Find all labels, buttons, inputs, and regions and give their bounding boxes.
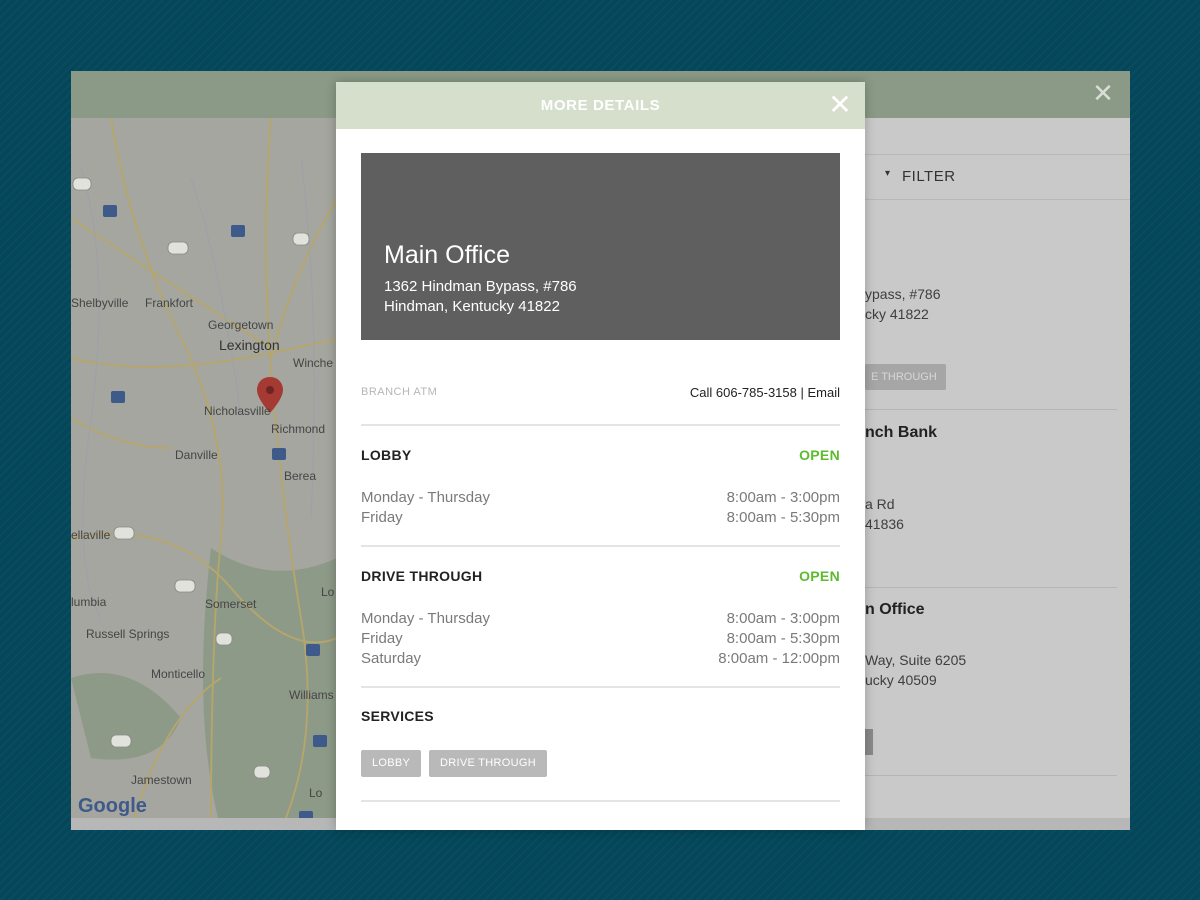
hours-day: Monday - Thursday bbox=[361, 489, 490, 506]
list-item-address: Way, Suite 6205 bbox=[865, 652, 967, 668]
location-tags: BRANCH ATM bbox=[361, 386, 438, 398]
map-label-lexington: Lexington bbox=[219, 337, 280, 353]
contact-separator: | bbox=[796, 385, 808, 400]
location-name: Main Office bbox=[384, 241, 510, 269]
section-divider bbox=[361, 424, 840, 426]
list-divider bbox=[865, 587, 1117, 588]
section-divider bbox=[361, 686, 840, 688]
service-chip-lobby: LOBBY bbox=[361, 750, 422, 777]
more-details-modal: MORE DETAILS ✕ Main Office 1362 Hindman … bbox=[336, 82, 865, 830]
close-icon[interactable]: ✕ bbox=[1090, 81, 1116, 107]
map-label-nicholasville: Nicholasville bbox=[204, 404, 271, 418]
map-label-columbia: lumbia bbox=[71, 595, 107, 609]
contact-info: Call 606-785-3158 | Email bbox=[690, 385, 840, 400]
modal-header: MORE DETAILS ✕ bbox=[336, 82, 865, 129]
location-list: ▾ FILTER ypass, #786 cky 41822 E THROUGH… bbox=[865, 118, 1130, 830]
filter-label: FILTER bbox=[902, 168, 956, 185]
map-label-lo-1: Lo bbox=[321, 585, 335, 599]
hours-row: Monday - Thursday 8:00am - 3:00pm bbox=[361, 489, 840, 509]
close-icon[interactable]: ✕ bbox=[827, 91, 853, 119]
list-item-service-chip: E THROUGH bbox=[865, 364, 946, 390]
map-label-georgetown: Georgetown bbox=[208, 318, 274, 332]
list-item-address: ypass, #786 bbox=[865, 286, 941, 302]
map[interactable]: Frankfort Georgetown Lexington Winche Sh… bbox=[71, 118, 337, 830]
list-item-name[interactable]: nch Bank bbox=[865, 424, 937, 442]
section-divider bbox=[361, 545, 840, 547]
chevron-down-icon: ▾ bbox=[885, 168, 891, 179]
location-hero: Main Office 1362 Hindman Bypass, #786 Hi… bbox=[361, 153, 840, 340]
call-link[interactable]: Call 606-785-3158 bbox=[690, 385, 797, 400]
section-divider bbox=[361, 800, 840, 802]
service-chip-drive-through: DRIVE THROUGH bbox=[429, 750, 547, 777]
map-label-lo-2: Lo bbox=[309, 786, 323, 800]
map-label-jamestown: Jamestown bbox=[131, 773, 192, 787]
hours-day: Friday bbox=[361, 630, 403, 647]
map-label-somerset: Somerset bbox=[205, 597, 257, 611]
map-label-shelbyville: Shelbyville bbox=[71, 296, 129, 310]
hours-day: Friday bbox=[361, 509, 403, 526]
services-title: SERVICES bbox=[361, 708, 434, 724]
lobby-status-badge: OPEN bbox=[799, 447, 840, 463]
map-label-frankfort: Frankfort bbox=[145, 296, 194, 310]
list-item-address: ucky 40509 bbox=[865, 672, 937, 688]
map-label-monticello: Monticello bbox=[151, 667, 206, 681]
map-label-danville: Danville bbox=[175, 448, 218, 462]
filter-button[interactable]: ▾ FILTER bbox=[865, 154, 1130, 200]
hours-time: 8:00am - 12:00pm bbox=[718, 650, 840, 667]
list-item-service-chip bbox=[865, 729, 873, 755]
hours-row: Friday 8:00am - 5:30pm bbox=[361, 630, 840, 650]
list-item-address: 41836 bbox=[865, 516, 904, 532]
location-meta-row: BRANCH ATM Call 606-785-3158 | Email bbox=[361, 384, 840, 404]
hours-time: 8:00am - 3:00pm bbox=[726, 610, 840, 627]
list-divider bbox=[865, 409, 1117, 410]
location-address-line2: Hindman, Kentucky 41822 bbox=[384, 298, 560, 315]
map-label-winchester: Winche bbox=[293, 356, 334, 370]
location-address-line1: 1362 Hindman Bypass, #786 bbox=[384, 278, 577, 295]
map-label-berea: Berea bbox=[284, 469, 317, 483]
list-item-address: a Rd bbox=[865, 496, 895, 512]
map-label-williamsburg: Williams bbox=[289, 688, 334, 702]
map-label-ellaville: ellaville bbox=[71, 528, 111, 542]
hours-row: Monday - Thursday 8:00am - 3:00pm bbox=[361, 610, 840, 630]
drive-through-title: DRIVE THROUGH bbox=[361, 568, 483, 584]
hours-time: 8:00am - 3:00pm bbox=[726, 489, 840, 506]
list-divider bbox=[865, 775, 1117, 776]
hours-row: Saturday 8:00am - 12:00pm bbox=[361, 650, 840, 670]
lobby-title: LOBBY bbox=[361, 447, 412, 463]
drive-through-status-badge: OPEN bbox=[799, 568, 840, 584]
google-logo: Google bbox=[78, 795, 147, 817]
hours-day: Saturday bbox=[361, 650, 422, 667]
map-label-richmond: Richmond bbox=[271, 422, 326, 436]
hours-row: Friday 8:00am - 5:30pm bbox=[361, 509, 840, 529]
email-link[interactable]: Email bbox=[807, 385, 840, 400]
list-item-address: cky 41822 bbox=[865, 306, 929, 322]
list-item-name[interactable]: n Office bbox=[865, 601, 925, 619]
hours-time: 8:00am - 5:30pm bbox=[726, 509, 840, 526]
hours-time: 8:00am - 5:30pm bbox=[726, 630, 840, 647]
hours-day: Monday - Thursday bbox=[361, 610, 490, 627]
map-label-russell-springs: Russell Springs bbox=[86, 627, 170, 641]
modal-title: MORE DETAILS bbox=[540, 97, 661, 114]
